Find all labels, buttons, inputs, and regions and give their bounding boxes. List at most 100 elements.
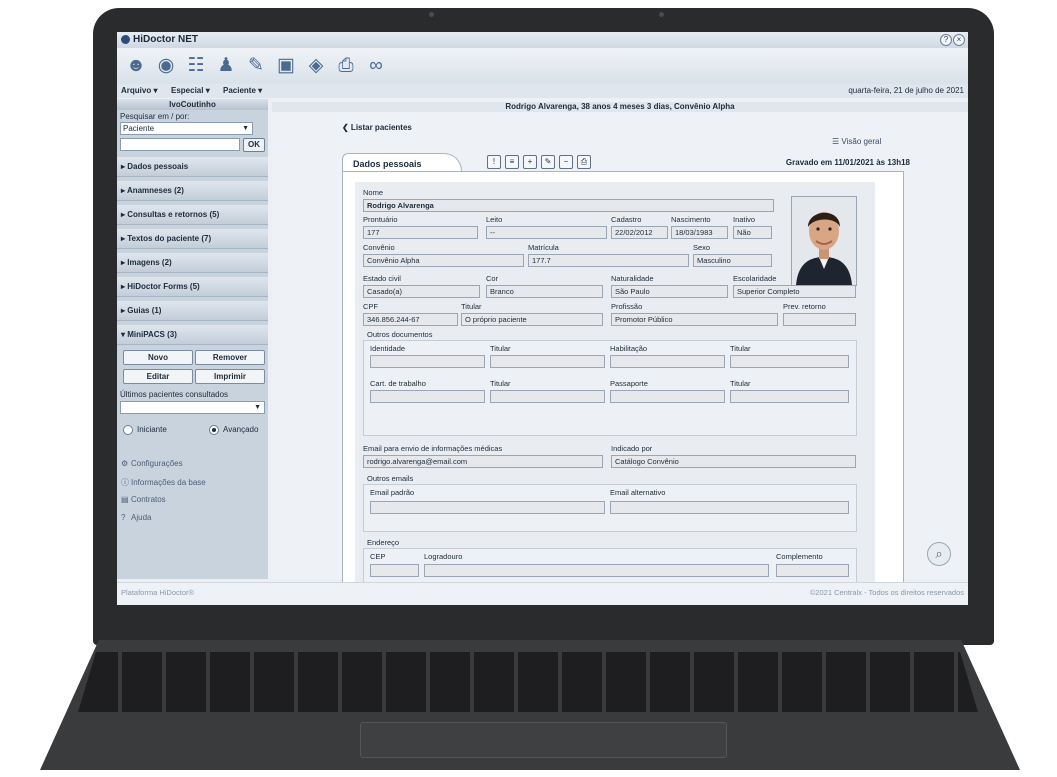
main-content: Rodrigo Alvarenga, 38 anos 4 meses 3 dia… — [272, 99, 968, 594]
passaporte-field[interactable] — [610, 390, 725, 403]
close-icon[interactable]: × — [953, 34, 965, 46]
cor-field[interactable]: Branco — [486, 285, 603, 298]
cpf-label: CPF — [363, 302, 378, 311]
print-icon[interactable]: ⎙ — [333, 53, 359, 79]
email-padrao-field[interactable] — [370, 501, 605, 514]
identidade-field[interactable] — [370, 355, 485, 368]
link-label: Ajuda — [131, 513, 152, 522]
layers-icon[interactable]: ◈ — [303, 53, 329, 79]
current-date: quarta-feira, 21 de julho de 2021 — [848, 86, 964, 95]
binoculars-icon[interactable]: ∞ — [363, 53, 389, 79]
logradouro-label: Logradouro — [424, 552, 463, 561]
help-icon: ? — [121, 513, 126, 522]
link-informacoes[interactable]: ⓘ Informações da base — [121, 477, 206, 488]
menu-especial[interactable]: Especial ▾ — [171, 86, 210, 95]
help-icon[interactable]: ? — [940, 34, 952, 46]
cep-label: CEP — [370, 552, 386, 561]
section-anamneses[interactable]: ▸ Anamneses (2) — [117, 181, 268, 201]
search-input[interactable] — [120, 138, 240, 151]
email-alt-field[interactable] — [610, 501, 849, 514]
add-icon[interactable]: + — [523, 155, 537, 169]
link-label: Informações da base — [131, 478, 206, 487]
link-configuracoes[interactable]: ⚙ Configurações — [121, 459, 183, 468]
recent-patients-select[interactable]: ▼ — [120, 401, 265, 414]
titular-doc-field[interactable] — [490, 355, 605, 368]
cart-trabalho-label: Cart. de trabalho — [370, 379, 426, 388]
naturalidade-field[interactable]: São Paulo — [611, 285, 728, 298]
menu-paciente[interactable]: Paciente ▾ — [223, 86, 262, 95]
cart-trabalho-field[interactable] — [370, 390, 485, 403]
camera-dot — [429, 12, 434, 17]
prev-retorno-field[interactable] — [783, 313, 856, 326]
agenda-icon[interactable]: ☷ — [183, 53, 209, 79]
matricula-field[interactable]: 177.7 — [528, 254, 689, 267]
zoom-icon[interactable]: ⌕ — [927, 542, 951, 566]
cep-field[interactable] — [370, 564, 419, 577]
section-imagens[interactable]: ▸ Imagens (2) — [117, 253, 268, 273]
patients-icon[interactable]: ☻ — [123, 53, 149, 79]
cpf-field[interactable]: 346.856.244-67 — [363, 313, 458, 326]
editar-button[interactable]: Editar — [123, 369, 193, 384]
prontuario-field[interactable]: 177 — [363, 226, 478, 239]
radio-iniciante[interactable] — [123, 425, 133, 435]
section-minipacs[interactable]: ▾ MiniPACS (3) — [117, 325, 268, 345]
indicado-label: Indicado por — [611, 444, 653, 453]
link-ajuda[interactable]: ? Ajuda — [121, 513, 151, 522]
inativo-field[interactable]: Não — [733, 226, 772, 239]
outros-documentos-label: Outros documentos — [367, 330, 433, 339]
section-consultas[interactable]: ▸ Consultas e retornos (5) — [117, 205, 268, 225]
saved-timestamp: Gravado em 11/01/2021 às 13h18 — [785, 158, 910, 167]
overview-link[interactable]: ☰ Visão geral — [832, 137, 881, 146]
delete-icon[interactable]: − — [559, 155, 573, 169]
section-guias[interactable]: ▸ Guias (1) — [117, 301, 268, 321]
novo-button[interactable]: Novo — [123, 350, 193, 365]
globe-icon[interactable]: ◉ — [153, 53, 179, 79]
titular-hab-field[interactable] — [730, 355, 849, 368]
list-icon[interactable]: ≡ — [505, 155, 519, 169]
card-icon[interactable]: ▣ — [273, 53, 299, 79]
logradouro-field[interactable] — [424, 564, 769, 577]
profissao-field[interactable]: Promotor Público — [611, 313, 778, 326]
indicado-field[interactable]: Catálogo Convênio — [611, 455, 856, 468]
email-field[interactable]: rodrigo.alvarenga@email.com — [363, 455, 603, 468]
search-scope-value: Paciente — [123, 124, 155, 133]
nascimento-label: Nascimento — [671, 215, 711, 224]
sidebar-username: IvoCoutinho — [117, 99, 268, 110]
link-contratos[interactable]: ▤ Contratos — [121, 495, 166, 504]
section-dados-pessoais[interactable]: ▸ Dados pessoais — [117, 157, 268, 177]
sexo-field[interactable]: Masculino — [693, 254, 772, 267]
radio-avancado[interactable] — [209, 425, 219, 435]
prev-retorno-label: Prev. retorno — [783, 302, 826, 311]
app-window: HiDoctor NET ? × ☻ ◉ ☷ ♟ ✎ ▣ ◈ ⎙ ∞ Arqui… — [117, 32, 968, 605]
recent-patients-label: Últimos pacientes consultados — [120, 390, 229, 399]
staff-icon[interactable]: ♟ — [213, 53, 239, 79]
convenio-field[interactable]: Convênio Alpha — [363, 254, 524, 267]
edit-icon[interactable]: ✎ — [541, 155, 555, 169]
habilitacao-field[interactable] — [610, 355, 725, 368]
estado-civil-field[interactable]: Casado(a) — [363, 285, 480, 298]
complemento-field[interactable] — [776, 564, 849, 577]
cadastro-field[interactable]: 22/02/2012 — [611, 226, 668, 239]
titular-cart-field[interactable] — [490, 390, 605, 403]
titular-field[interactable]: O próprio paciente — [461, 313, 603, 326]
email-label: Email para envio de informações médicas — [363, 444, 503, 453]
ok-button[interactable]: OK — [243, 138, 265, 152]
footer-platform: Plataforma HiDoctor® — [121, 588, 195, 597]
imprimir-button[interactable]: Imprimir — [195, 369, 265, 384]
tab-dados-pessoais[interactable]: Dados pessoais — [342, 153, 462, 171]
titular-pass-field[interactable] — [730, 390, 849, 403]
nome-field[interactable]: Rodrigo Alvarenga — [363, 199, 774, 212]
section-forms[interactable]: ▸ HiDoctor Forms (5) — [117, 277, 268, 297]
escolaridade-field[interactable]: Superior Completo — [733, 285, 856, 298]
info-icon[interactable]: ! — [487, 155, 501, 169]
menu-arquivo[interactable]: Arquivo ▾ — [121, 86, 157, 95]
section-textos[interactable]: ▸ Textos do paciente (7) — [117, 229, 268, 249]
remover-button[interactable]: Remover — [195, 350, 265, 365]
edit-icon[interactable]: ✎ — [243, 53, 269, 79]
print-icon[interactable]: ⎙ — [577, 155, 591, 169]
back-to-list-link[interactable]: ❮ Listar pacientes — [342, 123, 412, 132]
leito-field[interactable]: -- — [486, 226, 607, 239]
nascimento-field[interactable]: 18/03/1983 — [671, 226, 728, 239]
toolbar: ☻ ◉ ☷ ♟ ✎ ▣ ◈ ⎙ ∞ — [117, 48, 968, 84]
search-scope-select[interactable]: Paciente ▼ — [120, 122, 253, 135]
